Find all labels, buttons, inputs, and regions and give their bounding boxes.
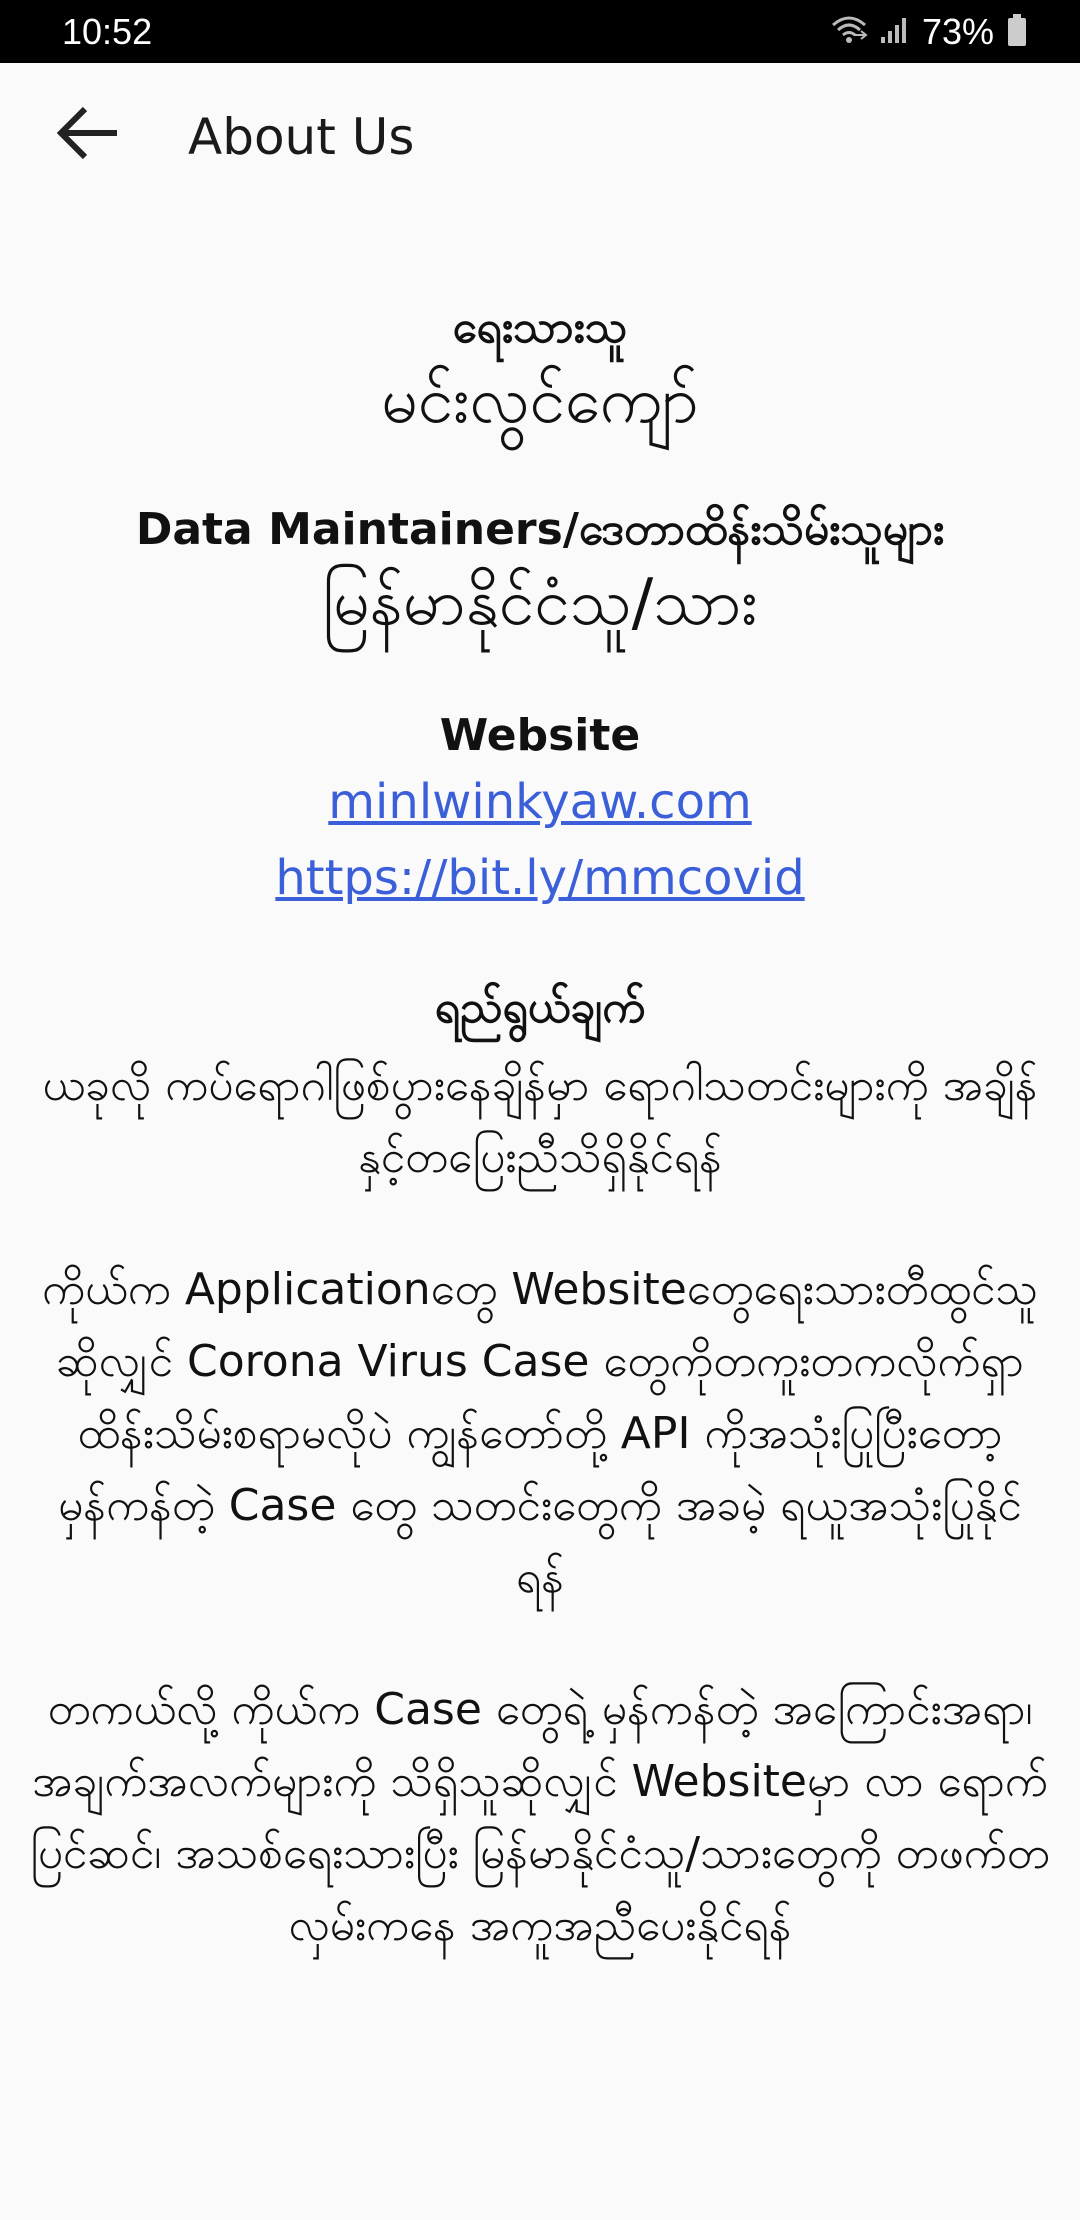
status-icons: 73% bbox=[830, 12, 1028, 52]
page-title: About Us bbox=[188, 108, 415, 166]
author-label: ရေးသားသူ bbox=[452, 302, 628, 353]
website-link-minlwinkyaw[interactable]: minlwinkyaw.com bbox=[30, 764, 1050, 840]
website-label: Website bbox=[439, 710, 641, 761]
website-link-bitly[interactable]: https://bit.ly/mmcovid bbox=[30, 840, 1050, 916]
author-section: ရေးသားသူ မင်းလွင်ကျော် bbox=[30, 300, 1050, 442]
about-content: ရေးသားသူ မင်းလွင်ကျော် Data Maintainers/… bbox=[30, 300, 1050, 1962]
battery-percent: 73% bbox=[921, 11, 994, 52]
maintainers-value: မြန်မာနိုင်ငံသူ/သား bbox=[322, 566, 758, 640]
app-bar: About Us bbox=[0, 63, 1080, 213]
signal-icon bbox=[880, 15, 910, 50]
status-bar: 10:52 73% bbox=[0, 0, 1080, 63]
website-section: Website minlwinkyaw.com https://bit.ly/m… bbox=[30, 708, 1050, 916]
author-name: မင်းလွင်ကျော် bbox=[381, 364, 699, 438]
purpose-section: ရည်ရွယ်ချက် ယခုလို ကပ်ရောဂါဖြစ်ပွားနေချိ… bbox=[30, 980, 1050, 1962]
purpose-paragraph: ယခုလို ကပ်ရောဂါဖြစ်ပွားနေချိန်မှာ ရောဂါသ… bbox=[42, 1060, 1038, 1183]
wifi-icon bbox=[830, 13, 868, 52]
maintainers-label: Data Maintainers/ဒေတာထိန်းသိမ်းသူများ bbox=[135, 504, 945, 555]
status-time: 10:52 bbox=[62, 11, 153, 52]
arrow-left-icon bbox=[55, 103, 123, 167]
purpose-label: ရည်ရွယ်ချက် bbox=[434, 982, 646, 1033]
back-button[interactable] bbox=[44, 97, 134, 173]
purpose-paragraph: ကိုယ်က Applicationတွေ Websiteတွေရေးသားတီ… bbox=[42, 1264, 1038, 1603]
maintainers-section: Data Maintainers/ဒေတာထိန်းသိမ်းသူများ မြ… bbox=[30, 502, 1050, 644]
battery-icon bbox=[1006, 13, 1028, 52]
purpose-paragraph: တကယ်လို့ ကိုယ်က Case တွေရဲ့ မှန်ကန်တဲ့ အ… bbox=[30, 1684, 1050, 1951]
